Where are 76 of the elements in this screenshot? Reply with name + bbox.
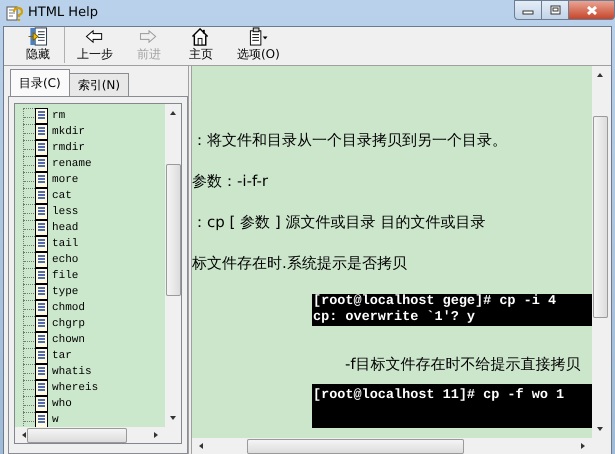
tree-item[interactable]: tar bbox=[51, 350, 73, 362]
scroll-up-icon bbox=[169, 110, 177, 116]
tree-item[interactable]: echo bbox=[51, 254, 80, 266]
document-icon bbox=[35, 140, 48, 156]
document-icon bbox=[35, 364, 48, 380]
document-icon bbox=[35, 316, 48, 332]
scrollbar-thumb[interactable] bbox=[593, 116, 608, 318]
tree-item[interactable]: chgrp bbox=[51, 318, 86, 330]
tree-item[interactable]: chmod bbox=[51, 302, 86, 314]
document-icon bbox=[35, 268, 48, 284]
terminal-line: [root@localhost gege]# cp -i 4 bbox=[313, 294, 558, 310]
help-file-icon bbox=[5, 4, 23, 22]
options-button[interactable]: 选项(O) bbox=[227, 27, 290, 63]
tree-item[interactable]: type bbox=[51, 286, 80, 298]
tree-item[interactable]: whatis bbox=[51, 366, 93, 378]
topic-text: ：将文件和目录从一个目录拷贝到另一个目录。 bbox=[192, 130, 508, 151]
tree-item[interactable]: file bbox=[51, 270, 80, 282]
document-icon bbox=[35, 156, 48, 172]
document-icon bbox=[35, 220, 48, 236]
scroll-right-icon bbox=[580, 442, 586, 450]
tree-item[interactable]: tail bbox=[51, 238, 80, 250]
terminal-line: cp: overwrite `1'? y bbox=[313, 310, 476, 326]
window-title: HTML Help bbox=[28, 5, 98, 20]
close-button[interactable] bbox=[568, 0, 615, 20]
scroll-up-icon bbox=[596, 72, 604, 78]
tree-item[interactable]: who bbox=[51, 398, 73, 410]
maximize-button[interactable] bbox=[541, 0, 568, 20]
close-icon bbox=[586, 4, 598, 16]
tree-item[interactable]: head bbox=[51, 222, 80, 234]
document-icon bbox=[35, 108, 48, 124]
topic-text: 参数：-i-f-r bbox=[192, 171, 270, 192]
tree-item[interactable]: less bbox=[51, 206, 80, 218]
scroll-left-icon bbox=[198, 442, 204, 450]
tree-item[interactable]: rm bbox=[51, 110, 66, 122]
minimize-button[interactable] bbox=[514, 0, 541, 20]
scrollbar-thumb[interactable] bbox=[166, 164, 181, 296]
document-options-icon bbox=[247, 27, 270, 46]
tree-item[interactable]: more bbox=[51, 174, 80, 186]
document-icon bbox=[35, 236, 48, 252]
tab[interactable]: 索引(N) bbox=[68, 73, 130, 96]
document-icon bbox=[35, 284, 48, 300]
hide-button[interactable]: 隐藏 bbox=[12, 27, 65, 63]
hide-pane-icon bbox=[27, 27, 49, 46]
document-icon bbox=[35, 124, 48, 140]
scroll-down-icon bbox=[169, 415, 177, 421]
home-button[interactable]: 主页 bbox=[175, 27, 227, 63]
tree-item[interactable]: rename bbox=[51, 158, 93, 170]
tree-item[interactable]: mkdir bbox=[51, 126, 86, 138]
tab[interactable]: 目录(C) bbox=[10, 69, 70, 96]
document-icon bbox=[35, 172, 48, 188]
topic-text: 标文件存在时.系统提示是否拷贝 bbox=[192, 253, 408, 274]
document-icon bbox=[35, 204, 48, 220]
document-icon bbox=[35, 332, 48, 348]
scroll-right-icon bbox=[153, 431, 159, 439]
topic-text: ：cp [ 参数 ] 源文件或目录 目的文件或目录 bbox=[192, 212, 486, 233]
tree-item[interactable]: whereis bbox=[51, 382, 100, 394]
terminal-line: [root@localhost 11]# cp -f wo 1 bbox=[313, 388, 566, 404]
document-icon bbox=[35, 380, 48, 396]
tree-item[interactable]: cat bbox=[51, 190, 73, 202]
topic-text: -f目标文件存在时不给提示直接拷贝 bbox=[344, 354, 582, 375]
document-icon bbox=[35, 252, 48, 268]
tree-item[interactable]: chown bbox=[51, 334, 86, 346]
scroll-down-icon bbox=[596, 426, 604, 432]
tree-item[interactable]: w bbox=[51, 414, 60, 426]
horizontal-scrollbar[interactable] bbox=[15, 427, 165, 443]
maximize-icon bbox=[550, 5, 560, 15]
scrollbar-thumb[interactable] bbox=[27, 428, 127, 443]
document-icon bbox=[35, 300, 48, 316]
document-icon bbox=[35, 412, 48, 427]
vertical-scrollbar[interactable] bbox=[165, 104, 181, 427]
tree-item[interactable]: rmdir bbox=[51, 142, 86, 154]
document-icon bbox=[35, 348, 48, 364]
back-button[interactable]: 上一步 bbox=[67, 27, 123, 63]
document-icon bbox=[35, 188, 48, 204]
scrollbar-thumb[interactable] bbox=[247, 439, 464, 454]
document-icon bbox=[35, 396, 48, 412]
